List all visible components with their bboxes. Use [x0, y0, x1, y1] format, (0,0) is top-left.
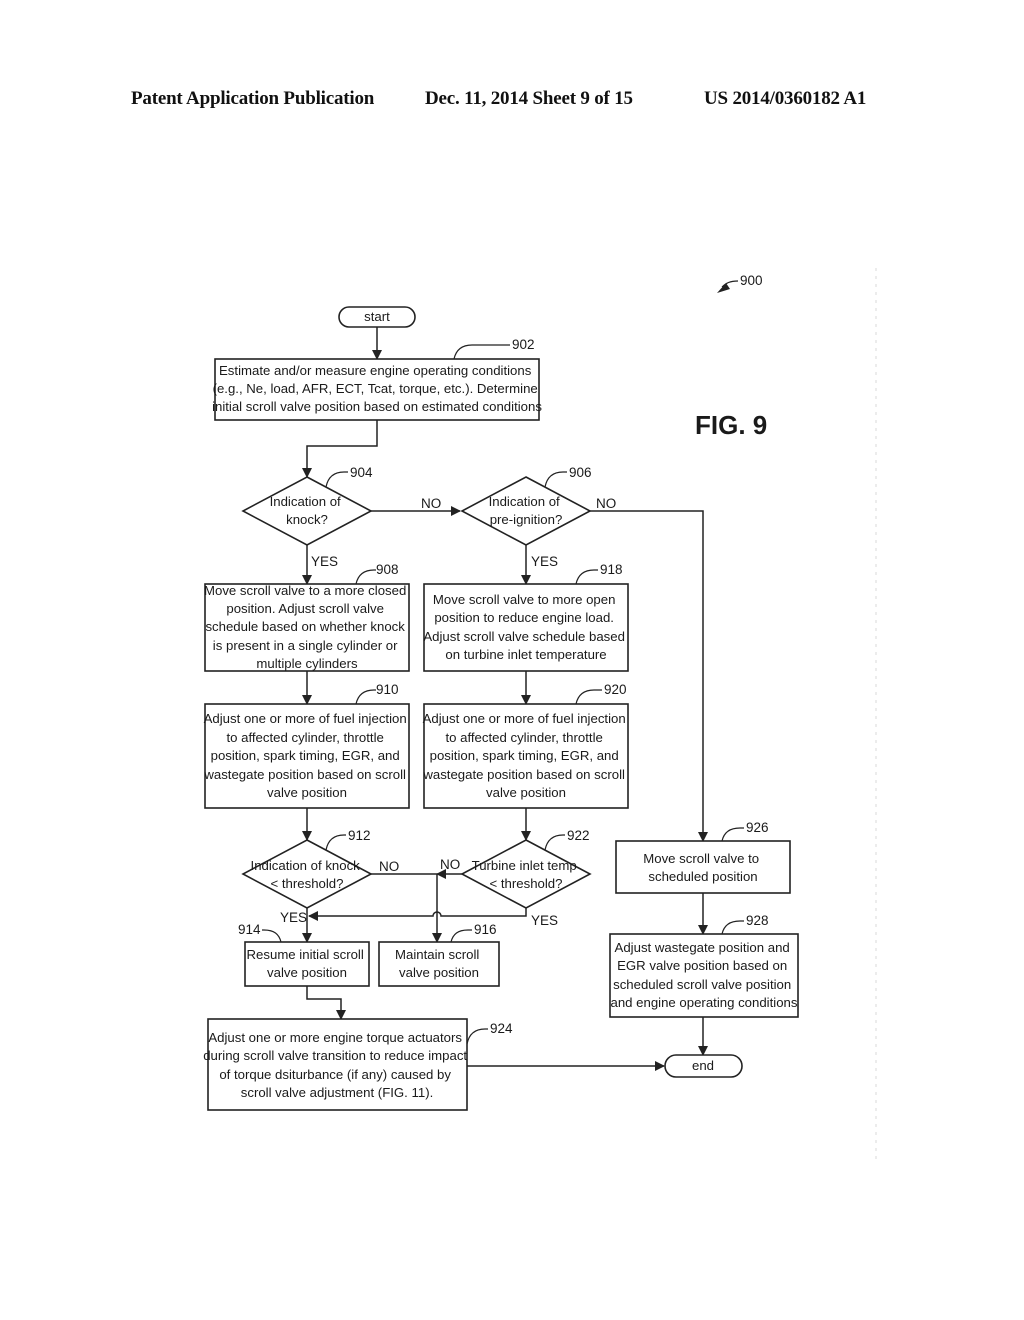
ref-928: 928	[746, 913, 769, 928]
label-912-no: NO	[379, 859, 399, 874]
step-914: Resume initial scroll valve position 914	[238, 922, 370, 987]
start-terminal: start	[338, 306, 416, 328]
step-902-text: Estimate and/or measure engine operating…	[212, 363, 542, 414]
ref-922: 922	[567, 828, 590, 843]
ref-918: 918	[600, 562, 623, 577]
label-904-no: NO	[421, 496, 441, 511]
ref-904: 904	[350, 465, 373, 480]
label-906-yes: YES	[531, 554, 558, 569]
arrow-914-924	[306, 986, 346, 1020]
arrow-922-914-yes	[308, 908, 527, 921]
figure-ref-pointer: 900	[717, 273, 763, 293]
figure-label: FIG. 9	[695, 410, 767, 440]
ref-926: 926	[746, 820, 769, 835]
label-906-no: NO	[596, 496, 616, 511]
ref-908: 908	[376, 562, 399, 577]
ref-902: 902	[512, 337, 535, 352]
label-912-yes: YES	[280, 910, 307, 925]
step-924: Adjust one or more engine torque actuato…	[203, 1018, 513, 1111]
label-922-yes: YES	[531, 913, 558, 928]
flowchart-figure: FIG. 9 900 start Estimate and/or measure…	[203, 268, 877, 1160]
ref-910: 910	[376, 682, 399, 697]
decision-922: Turbine inlet temp < threshold? 922	[460, 828, 592, 909]
ref-916: 916	[474, 922, 497, 937]
ref-912: 912	[348, 828, 371, 843]
figure-ref: 900	[740, 273, 763, 288]
step-928: Adjust wastegate position and EGR valve …	[609, 913, 799, 1018]
decision-904: Indication of knock? 904	[241, 465, 373, 546]
ref-920: 920	[604, 682, 627, 697]
ref-914: 914	[238, 922, 261, 937]
end-terminal: end	[664, 1054, 743, 1078]
ref-arrow-icon	[717, 283, 730, 293]
ref-906: 906	[569, 465, 592, 480]
decision-912: Indication of knock < threshold? 912	[241, 828, 373, 909]
ref-924: 924	[490, 1021, 513, 1036]
start-label: start	[364, 309, 390, 324]
label-922-no: NO	[440, 857, 460, 872]
end-label: end	[692, 1058, 714, 1073]
label-904-yes: YES	[311, 554, 338, 569]
step-916: Maintain scroll valve position 916	[378, 922, 500, 987]
decision-906: Indication of pre-ignition? 906	[460, 465, 592, 546]
